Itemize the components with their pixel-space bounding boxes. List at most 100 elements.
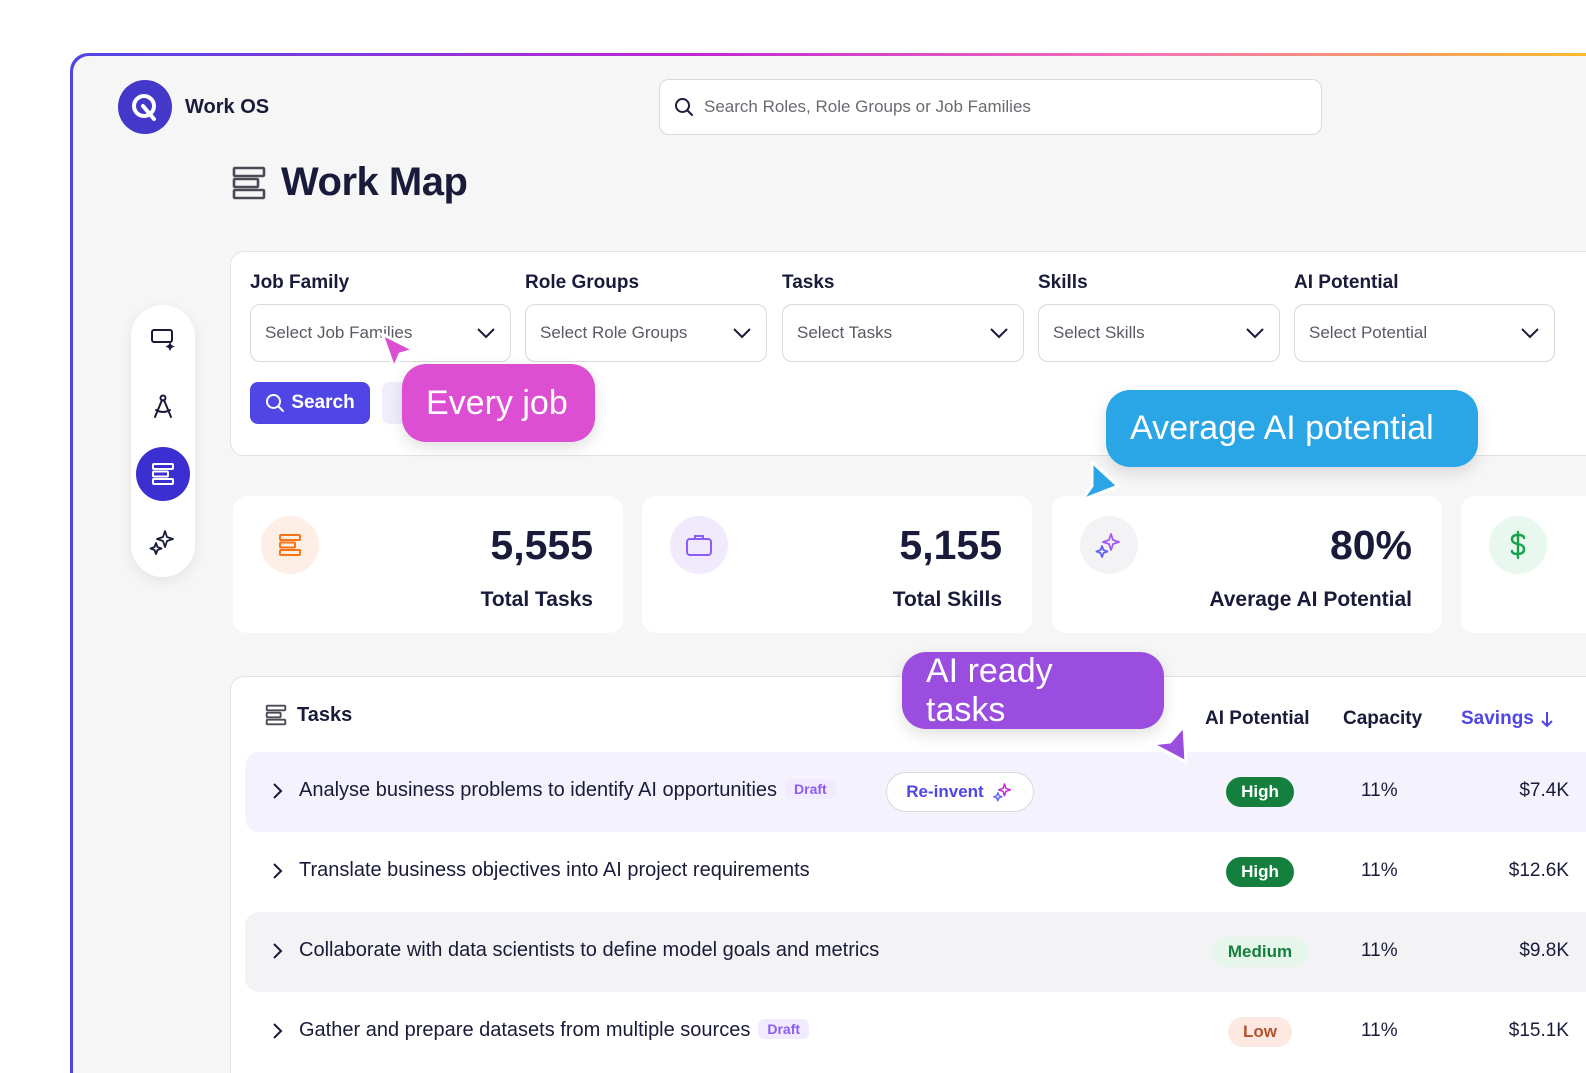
stat-label: Average AI Potential: [1209, 588, 1412, 611]
draft-badge: Draft: [758, 1019, 810, 1039]
table-row[interactable]: Gather and prepare datasets from multipl…: [245, 992, 1586, 1072]
logo-mark-icon: [132, 94, 156, 121]
tasks-select[interactable]: Select Tasks: [782, 304, 1024, 362]
capacity-cell: 11%: [1361, 860, 1398, 881]
select-placeholder: Select Tasks: [797, 323, 893, 342]
filter-skills: Skills Select Skills: [1038, 272, 1280, 362]
ai-potential-select[interactable]: Select Potential: [1294, 304, 1555, 362]
tasks-table: Tasks AI Potential Capacity Savings Anal…: [230, 676, 1586, 1073]
task-name: Translate business objectives into AI pr…: [299, 859, 810, 881]
tasks-title: Tasks: [297, 703, 353, 726]
stat-card-total-skills: 5,155 Total Skills: [642, 496, 1032, 633]
chevron-right-icon[interactable]: [271, 1021, 283, 1041]
filter-ai-potential: AI Potential Select Potential: [1294, 272, 1555, 362]
stat-icon-wrap: [261, 516, 319, 574]
search-input[interactable]: [704, 97, 1284, 117]
ai-potential-badge: Low: [1228, 1017, 1292, 1047]
skills-select[interactable]: Select Skills: [1038, 304, 1280, 362]
stat-icon-wrap: [1080, 516, 1138, 574]
filter-label: Job Family: [250, 272, 350, 293]
table-row[interactable]: Collaborate with data scientists to defi…: [245, 912, 1586, 992]
stat-value: 5,555: [490, 522, 593, 568]
stat-card-savings: [1461, 496, 1586, 633]
sparkles-icon: [149, 530, 174, 555]
ai-potential-badge: Medium: [1212, 937, 1308, 967]
search-button[interactable]: Search: [250, 382, 370, 424]
stat-value: 80%: [1329, 522, 1412, 568]
work-map-icon: [232, 166, 266, 199]
nav-ai-screen[interactable]: [136, 311, 190, 365]
nav-work-map[interactable]: [136, 447, 190, 501]
task-name-cell: Collaborate with data scientists to defi…: [299, 939, 879, 962]
reinvent-button[interactable]: Re-invent: [886, 772, 1034, 812]
savings-cell: $9.8K: [1519, 940, 1569, 961]
app-content: Work OS Work Map: [73, 56, 1586, 1073]
reinvent-label: Re-invent: [906, 782, 984, 801]
work-os-logo[interactable]: [118, 80, 172, 134]
cursor-pointer-icon: [1150, 724, 1188, 764]
chevron-down-icon: [733, 328, 751, 339]
stack-icon: [265, 704, 287, 726]
task-name-cell: Translate business objectives into AI pr…: [299, 859, 810, 882]
select-placeholder: Select Role Groups: [540, 323, 688, 342]
task-name: Analyse business problems to identify AI…: [299, 779, 778, 801]
stat-card-average-ai-potential: 80% Average AI Potential: [1052, 496, 1442, 633]
search-icon: [266, 394, 285, 412]
side-navigation: [131, 305, 195, 577]
column-capacity[interactable]: Capacity: [1343, 708, 1422, 730]
chevron-down-icon: [1246, 328, 1264, 339]
sparkles-icon: [1095, 533, 1120, 558]
filter-label: Role Groups: [525, 272, 640, 293]
ai-potential-badge: High: [1226, 857, 1294, 887]
stat-value: 5,155: [899, 522, 1002, 568]
filter-label: Skills: [1038, 272, 1088, 293]
filter-label: Tasks: [782, 272, 835, 293]
work-map-icon: [152, 463, 174, 485]
dollar-icon: [1510, 530, 1526, 560]
chevron-right-icon[interactable]: [271, 781, 283, 801]
global-search[interactable]: [659, 79, 1322, 135]
capacity-cell: 11%: [1361, 940, 1398, 961]
chevron-right-icon[interactable]: [271, 941, 283, 961]
search-icon: [675, 98, 693, 116]
capacity-cell: 11%: [1361, 780, 1398, 801]
select-placeholder: Select Skills: [1053, 323, 1145, 342]
task-name-cell: Analyse business problems to identify AI…: [299, 779, 836, 802]
table-row[interactable]: Translate business objectives into AI pr…: [245, 832, 1586, 912]
chevron-down-icon: [990, 328, 1008, 339]
savings-cell: $12.6K: [1508, 860, 1569, 881]
task-name-cell: Gather and prepare datasets from multipl…: [299, 1019, 810, 1042]
brand-name: Work OS: [185, 96, 270, 118]
column-savings[interactable]: Savings: [1461, 708, 1554, 730]
tasks-header: Tasks: [263, 702, 352, 728]
search-button-label: Search: [291, 392, 355, 413]
cursor-pointer-icon: [1080, 460, 1120, 502]
chevron-down-icon: [1521, 328, 1539, 339]
nav-ai-sparkles[interactable]: [136, 515, 190, 569]
compass-draw-icon: [154, 394, 172, 418]
select-placeholder: Select Potential: [1309, 323, 1428, 342]
page-title: Work Map: [281, 160, 468, 204]
nav-compass[interactable]: [136, 379, 190, 433]
savings-cell: $7.4K: [1519, 780, 1569, 801]
app-window: Work OS Work Map: [70, 53, 1586, 1073]
stat-label: Total Tasks: [480, 588, 593, 611]
ai-potential-badge: High: [1226, 777, 1294, 807]
task-name: Collaborate with data scientists to defi…: [299, 939, 880, 961]
briefcase-icon: [686, 535, 712, 556]
filter-role-groups: Role Groups Select Role Groups: [525, 272, 767, 362]
table-row[interactable]: Analyse business problems to identify AI…: [245, 752, 1586, 832]
chevron-right-icon[interactable]: [271, 861, 283, 881]
stat-label: Total Skills: [892, 588, 1002, 611]
stat-card-total-tasks: 5,555 Total Tasks: [233, 496, 623, 633]
stat-icon-wrap: [1489, 516, 1547, 574]
monitor-sparkle-icon: [151, 329, 175, 351]
column-savings-label: Savings: [1461, 708, 1534, 729]
draft-badge: Draft: [785, 779, 836, 799]
task-name: Gather and prepare datasets from multipl…: [299, 1019, 751, 1041]
filter-tasks: Tasks Select Tasks: [782, 272, 1024, 362]
filter-label: AI Potential: [1294, 272, 1399, 293]
arrow-down-icon: [1541, 712, 1553, 728]
role-groups-select[interactable]: Select Role Groups: [525, 304, 767, 362]
column-ai-potential[interactable]: AI Potential: [1205, 708, 1310, 730]
